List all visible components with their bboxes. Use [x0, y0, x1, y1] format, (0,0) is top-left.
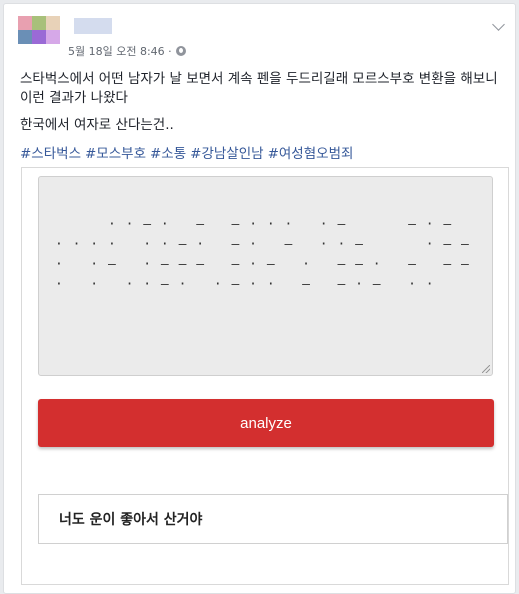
post-text-line: 스타벅스에서 어떤 남자가 날 보면서 계속 펜을 두드리길래 모르스부호 변환… — [20, 71, 498, 106]
avatar-tile — [18, 30, 32, 44]
hashtag-link[interactable]: #여성혐오범죄 — [268, 142, 354, 162]
hashtag-link[interactable]: #강남살인남 — [190, 142, 263, 162]
author-name-redacted[interactable] — [74, 18, 112, 34]
hashtag-link[interactable]: #소통 — [150, 142, 186, 162]
avatar-tile — [18, 16, 32, 30]
hashtag-link[interactable]: #모스부호 — [85, 142, 146, 162]
avatar[interactable] — [18, 16, 60, 58]
post-card: 5월 18일 오전 8:46 · 스타벅스에서 어떤 남자가 날 보면서 계속 … — [3, 3, 516, 594]
resize-handle-icon[interactable] — [482, 365, 490, 373]
post-timestamp[interactable]: 5월 18일 오전 8:46 · — [68, 43, 172, 59]
morse-input[interactable]: · · – · – – · · · · – – · – · · · · · · … — [38, 176, 493, 376]
avatar-tile — [32, 30, 46, 44]
result-box: 너도 운이 좋아서 산거야 — [38, 494, 508, 544]
post-body: 스타벅스에서 어떤 남자가 날 보면서 계속 펜을 두드리길래 모르스부호 변환… — [20, 70, 510, 135]
hashtag-list: #스타벅스 #모스부호 #소통 #강남살인남 #여성혐오범죄 — [20, 142, 353, 162]
avatar-tile — [46, 30, 60, 44]
avatar-tile — [32, 44, 46, 58]
globe-icon[interactable] — [175, 46, 186, 56]
avatar-tile — [46, 16, 60, 30]
hashtag-link[interactable]: #스타벅스 — [20, 142, 81, 162]
result-text: 너도 운이 좋아서 산거야 — [59, 512, 203, 528]
morse-text: · · – · – – · · · · – – · – · · · · · · … — [55, 217, 479, 292]
avatar-tile — [32, 16, 46, 30]
analyze-button[interactable]: analyze — [38, 399, 494, 447]
chevron-down-icon[interactable] — [492, 18, 505, 31]
avatar-tile — [46, 44, 60, 58]
post-meta: 5월 18일 오전 8:46 · — [68, 43, 186, 59]
post-text-line: 한국에서 여자로 산다는건.. — [20, 117, 174, 133]
attached-screenshot[interactable]: · · – · – – · · · · – – · – · · · · · · … — [21, 167, 509, 585]
avatar-tile — [18, 44, 32, 58]
